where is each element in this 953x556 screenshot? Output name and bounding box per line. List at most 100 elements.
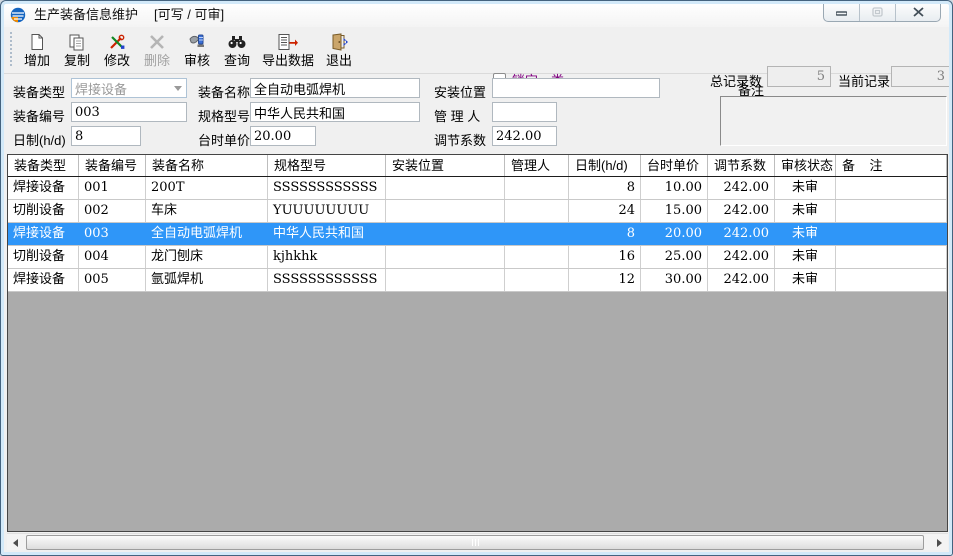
table-cell: 焊接设备 — [8, 223, 79, 245]
table-cell: YUUUUUUUU — [268, 200, 386, 222]
minimize-button[interactable] — [824, 3, 860, 21]
spec-model-label: 规格型号 — [198, 106, 250, 125]
delete-button[interactable]: 删除 — [137, 29, 177, 70]
table-cell — [386, 200, 505, 222]
title-mode: [可写 / 可审] — [154, 7, 224, 22]
equipment-no-field[interactable] — [71, 102, 187, 122]
modify-icon — [108, 31, 126, 53]
table-cell: 24 — [569, 200, 641, 222]
equipment-type-combo[interactable]: 焊接设备 — [71, 78, 187, 98]
table-cell — [505, 177, 569, 199]
grid-column-header: 审核状态 — [775, 155, 836, 176]
table-cell: 未审 — [775, 269, 836, 291]
equipment-type-value: 焊接设备 — [72, 79, 170, 98]
toolbar-gripper[interactable] — [10, 32, 13, 68]
restore-button[interactable] — [860, 3, 896, 21]
grid-column-header: 安装位置 — [386, 155, 505, 176]
equipment-name-label: 装备名称 — [198, 82, 250, 101]
table-cell — [386, 223, 505, 245]
table-row[interactable]: 焊接设备003全自动电弧焊机中华人民共和国820.00242.00未审 — [8, 223, 947, 246]
audit-button[interactable]: 审核 — [177, 29, 217, 70]
adjust-factor-label: 调节系数 — [434, 130, 486, 149]
add-button[interactable]: 增加 — [17, 29, 57, 70]
grid-empty-area — [8, 292, 947, 531]
grid-column-header: 日制(h/d) — [569, 155, 641, 176]
grid-column-header: 装备类型 — [8, 155, 79, 176]
install-location-field[interactable] — [492, 78, 660, 98]
table-cell: 焊接设备 — [8, 269, 79, 291]
table-cell — [505, 200, 569, 222]
table-row[interactable]: 焊接设备001200TSSSSSSSSSSSS810.00242.00未审 — [8, 177, 947, 200]
remark-field[interactable] — [720, 96, 947, 146]
equipment-table: 装备类型装备编号装备名称规格型号安装位置管理人日制(h/d)台时单价调节系数审核… — [7, 154, 948, 532]
grid-column-header: 装备名称 — [146, 155, 268, 176]
page-title: 生产装备信息维护[可写 / 可审] — [34, 3, 224, 27]
table-cell — [836, 223, 947, 245]
table-cell: 全自动电弧焊机 — [146, 223, 268, 245]
table-cell — [386, 269, 505, 291]
table-cell: 15.00 — [641, 200, 708, 222]
table-cell: 未审 — [775, 223, 836, 245]
scrollbar-thumb[interactable] — [26, 535, 924, 550]
table-cell: 002 — [79, 200, 146, 222]
modify-button-label: 修改 — [104, 53, 130, 69]
table-row[interactable]: 焊接设备005氩弧焊机SSSSSSSSSSSS1230.00242.00未审 — [8, 269, 947, 292]
window-controls — [823, 3, 941, 22]
table-cell: SSSSSSSSSSSS — [268, 177, 386, 199]
thumb-grip-icon — [475, 539, 476, 546]
table-cell — [836, 269, 947, 291]
scroll-left-button[interactable] — [7, 534, 24, 551]
exit-icon — [329, 31, 349, 53]
grid-column-header: 管理人 — [505, 155, 569, 176]
spec-model-field[interactable] — [250, 102, 420, 122]
grid-column-header: 调节系数 — [708, 155, 775, 176]
table-cell: 未审 — [775, 177, 836, 199]
exit-button[interactable]: 退出 — [319, 29, 359, 70]
table-cell: 004 — [79, 246, 146, 268]
table-row[interactable]: 切削设备002车床YUUUUUUUU2415.00242.00未审 — [8, 200, 947, 223]
table-cell: 001 — [79, 177, 146, 199]
toolbar-buttons: 增加 复制 修改 删除 — [17, 29, 359, 70]
copy-button-label: 复制 — [64, 53, 90, 69]
table-cell: 242.00 — [708, 177, 775, 199]
grid-column-header: 台时单价 — [641, 155, 708, 176]
audit-button-label: 审核 — [184, 53, 210, 69]
table-cell: SSSSSSSSSSSS — [268, 269, 386, 291]
table-cell: kjhkhk — [268, 246, 386, 268]
table-cell: 25.00 — [641, 246, 708, 268]
table-cell: 未审 — [775, 246, 836, 268]
modify-button[interactable]: 修改 — [97, 29, 137, 70]
export-button[interactable]: 导出数据 — [257, 29, 319, 70]
table-cell: 龙门刨床 — [146, 246, 268, 268]
horizontal-scrollbar[interactable] — [7, 533, 948, 550]
table-cell: 242.00 — [708, 200, 775, 222]
hourly-price-field[interactable] — [250, 126, 316, 146]
scroll-right-button[interactable] — [931, 534, 948, 551]
table-cell: 切削设备 — [8, 246, 79, 268]
adjust-factor-field[interactable] — [492, 126, 557, 146]
table-cell: 氩弧焊机 — [146, 269, 268, 291]
table-cell: 切削设备 — [8, 200, 79, 222]
copy-button[interactable]: 复制 — [57, 29, 97, 70]
query-button[interactable]: 查询 — [217, 29, 257, 70]
table-cell: 242.00 — [708, 246, 775, 268]
table-cell: 8 — [569, 223, 641, 245]
daily-hours-field[interactable] — [71, 126, 141, 146]
close-button[interactable] — [896, 3, 940, 21]
equipment-name-field[interactable] — [250, 78, 420, 98]
grid-column-header: 规格型号 — [268, 155, 386, 176]
table-cell: 10.00 — [641, 177, 708, 199]
grid-header: 装备类型装备编号装备名称规格型号安装位置管理人日制(h/d)台时单价调节系数审核… — [8, 155, 947, 177]
thumb-grip-icon — [478, 539, 479, 546]
grid-body: 焊接设备001200TSSSSSSSSSSSS810.00242.00未审切削设… — [8, 177, 947, 292]
table-cell: 8 — [569, 177, 641, 199]
table-cell: 中华人民共和国 — [268, 223, 386, 245]
title-bar: 生产装备信息维护[可写 / 可审] — [4, 3, 951, 27]
table-row[interactable]: 切削设备004龙门刨床kjhkhk1625.00242.00未审 — [8, 246, 947, 269]
query-icon — [227, 31, 247, 53]
delete-icon — [148, 31, 166, 53]
manager-field[interactable] — [492, 102, 557, 122]
table-cell — [505, 269, 569, 291]
table-cell: 200T — [146, 177, 268, 199]
table-cell — [505, 223, 569, 245]
